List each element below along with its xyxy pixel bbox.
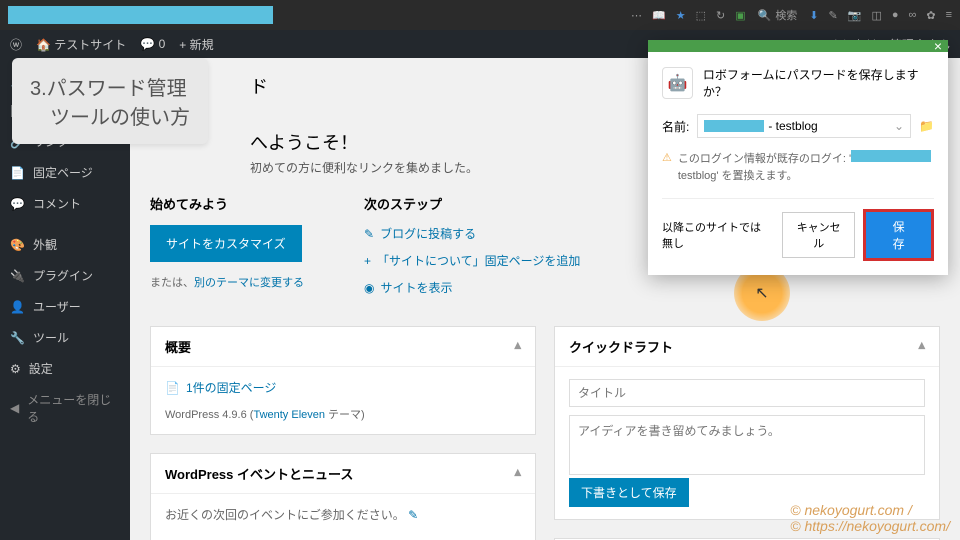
tutorial-overlay: 3.パスワード管理 ツールの使い方 [12, 58, 208, 144]
save-draft-button[interactable]: 下書きとして保存 [569, 478, 689, 507]
wp-version: WordPress 4.9.6 (Twenty Eleven テーマ) [165, 406, 521, 422]
reader-icon[interactable]: 📖 [652, 9, 666, 22]
screenshot-icon[interactable]: 📷 [848, 9, 862, 22]
user-icon: 👤 [10, 300, 25, 314]
pages-count-link[interactable]: 📄1件の固定ページ [165, 379, 521, 396]
change-theme-link[interactable]: 別のテーマに変更する [194, 277, 304, 289]
search-icon: 🔍 [758, 9, 772, 22]
save-button[interactable]: 保存 [863, 209, 934, 261]
quickdraft-title: クイックドラフト [569, 337, 673, 356]
skip-site-link[interactable]: 以降このサイトでは無し [662, 219, 766, 251]
dropdown-icon[interactable]: ⌄ [894, 119, 904, 133]
search-placeholder: 検索 [775, 7, 797, 23]
view-site-link[interactable]: ◉サイトを表示 [364, 279, 580, 296]
tool-icon: 🔧 [10, 331, 25, 345]
name-label: 名前: [662, 118, 689, 135]
search-box[interactable]: 🔍 検索 [758, 7, 798, 23]
download-icon[interactable]: ⬇ [809, 9, 818, 22]
theme-link[interactable]: Twenty Eleven [253, 409, 325, 421]
collapse-icon[interactable]: ▴ [514, 464, 521, 483]
overview-title: 概要 [165, 337, 191, 356]
dot-icon[interactable]: ● [892, 9, 899, 21]
sidebar-item-plugins[interactable]: 🔌プラグイン [0, 260, 130, 291]
start-heading: 始めてみよう [150, 194, 304, 213]
close-icon[interactable]: × [934, 38, 942, 54]
roboform-popup: × 🤖 ロボフォームにパスワードを保存しますか？ 名前: - testblog⌄… [648, 40, 948, 275]
edit-icon[interactable]: ✎ [829, 9, 838, 22]
comment-icon: 💬 [10, 197, 25, 211]
events-sub: お近くの次回のイベントにご参加ください。 ✎ [165, 506, 521, 523]
gear-icon[interactable]: ✿ [926, 9, 935, 22]
quickdraft-panel: クイックドラフト ▴ 下書きとして保存 [554, 326, 940, 520]
view-icon: ◉ [364, 281, 374, 295]
or-change-theme: または、別のテーマに変更する [150, 274, 304, 290]
add-page-link[interactable]: +「サイトについて」固定ページを追加 [364, 252, 580, 269]
warning-icon: ⚠ [662, 150, 672, 184]
wp-logo-icon[interactable]: ⓦ [10, 36, 22, 53]
draft-content-input[interactable] [569, 415, 925, 475]
comments-link[interactable]: 💬 0 [140, 37, 165, 51]
overview-panel: 概要 ▴ 📄1件の固定ページ WordPress 4.9.6 (Twenty El… [150, 326, 536, 435]
name-input[interactable]: - testblog⌄ [697, 114, 911, 138]
infinity-icon[interactable]: ∞ [909, 9, 917, 21]
library-icon[interactable]: ⬚ [696, 9, 706, 22]
sidebar-item-pages[interactable]: 📄固定ページ [0, 157, 130, 188]
ext-icon[interactable]: ▣ [735, 9, 745, 22]
cancel-button[interactable]: キャンセル [782, 212, 855, 258]
collapse-icon[interactable]: ▴ [514, 337, 521, 356]
new-link[interactable]: + 新規 [179, 36, 213, 53]
browser-toolbar: ⋯ 📖 ★ ⬚ ↻ ▣ 🔍 検索 ⬇ ✎ 📷 ◫ ● ∞ ✿ ≡ [0, 0, 960, 30]
site-link[interactable]: 🏠 テストサイト [36, 36, 126, 53]
more-icon[interactable]: ⋯ [631, 9, 642, 22]
folder-icon[interactable]: 📁 [919, 119, 934, 133]
popup-question: ロボフォームにパスワードを保存しますか？ [703, 66, 934, 100]
menu-icon[interactable]: ≡ [946, 9, 952, 21]
sidebar-icon[interactable]: ◫ [871, 9, 881, 22]
collapse-icon: ◀ [10, 401, 19, 415]
edit-location-icon[interactable]: ✎ [408, 508, 418, 522]
write-icon: ✎ [364, 227, 374, 241]
collapse-icon[interactable]: ▴ [918, 337, 925, 356]
settings-icon: ⚙ [10, 362, 21, 376]
refresh-icon[interactable]: ↻ [716, 9, 725, 22]
draft-title-input[interactable] [569, 379, 925, 407]
sidebar-item-settings[interactable]: ⚙設定 [0, 353, 130, 384]
cursor-icon: ↖ [755, 283, 768, 303]
sidebar-collapse[interactable]: ◀メニューを閉じる [0, 384, 130, 432]
event-row: ⬢ WordCamp EuropeBelgrade, Serbia 2018年6… [165, 531, 521, 540]
url-bar[interactable] [8, 6, 273, 24]
customize-button[interactable]: サイトをカスタマイズ [150, 225, 302, 262]
page-icon: 📄 [10, 166, 25, 180]
plugin-icon: 🔌 [10, 269, 25, 283]
watermark: © nekoyogurt.com / © https://nekoyogurt.… [790, 502, 950, 534]
next-heading: 次のステップ [364, 194, 580, 213]
events-title: WordPress イベントとニュース [165, 464, 353, 483]
sidebar-item-appearance[interactable]: 🎨外観 [0, 229, 130, 260]
page-icon: 📄 [165, 381, 180, 395]
sidebar-item-comments[interactable]: 💬コメント [0, 188, 130, 219]
warning-text: このログイン情報が既存のログイ: 'testblog' を置換えます。 [678, 150, 931, 184]
popup-titlebar: × [648, 40, 948, 52]
write-post-link[interactable]: ✎ブログに投稿する [364, 225, 580, 242]
sidebar-item-tools[interactable]: 🔧ツール [0, 322, 130, 353]
plus-icon: + [364, 254, 371, 268]
appearance-icon: 🎨 [10, 238, 25, 252]
star-icon[interactable]: ★ [676, 9, 686, 22]
roboform-icon: 🤖 [662, 67, 693, 99]
events-panel: WordPress イベントとニュース ▴ お近くの次回のイベントにご参加ください… [150, 453, 536, 540]
sidebar-item-users[interactable]: 👤ユーザー [0, 291, 130, 322]
